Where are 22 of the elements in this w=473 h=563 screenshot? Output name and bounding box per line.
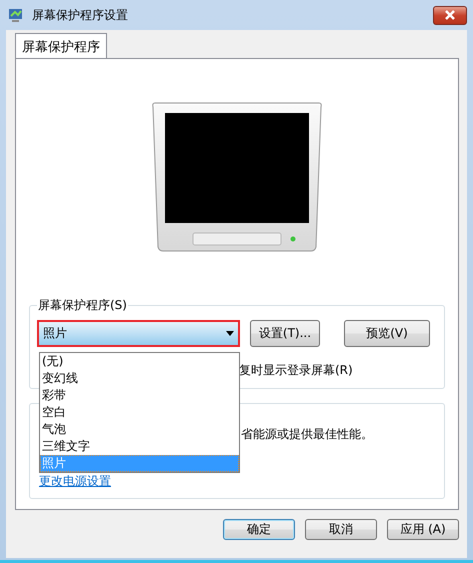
dropdown-option[interactable]: 空白 [40,404,239,421]
window-title: 屏幕保护程序设置 [32,6,129,24]
power-description: 省能源或提供最佳性能。 [241,427,373,441]
dialog-button[interactable]: 应用 (A) [387,519,459,540]
dropdown-option[interactable]: 变幻线 [40,370,239,387]
dropdown-option[interactable]: 气泡 [40,421,239,438]
dialog-button[interactable]: 取消 [305,519,377,540]
dropdown-option[interactable]: (无) [40,353,239,370]
caret-icon [226,331,234,336]
close-icon [444,10,456,20]
preview-button[interactable]: 预览(V) [344,320,430,347]
dropdown-option[interactable]: 彩带 [40,387,239,404]
group-title: 屏幕保护程序(S) [37,297,128,314]
dropdown-option[interactable]: 三维文字 [40,438,239,455]
settings-button[interactable]: 设置(T)... [250,320,320,347]
power-settings-link[interactable]: 更改电源设置 [39,473,111,490]
tab[interactable]: 屏幕保护程序 [15,33,107,58]
monitor-icon [8,7,24,23]
dialog-button[interactable]: 确定 [223,519,295,540]
checkbox-label: 复时显示登录屏幕(R) [239,363,353,377]
close-button[interactable] [433,6,467,24]
screensaver-dropdown[interactable]: 照片 [37,320,240,347]
